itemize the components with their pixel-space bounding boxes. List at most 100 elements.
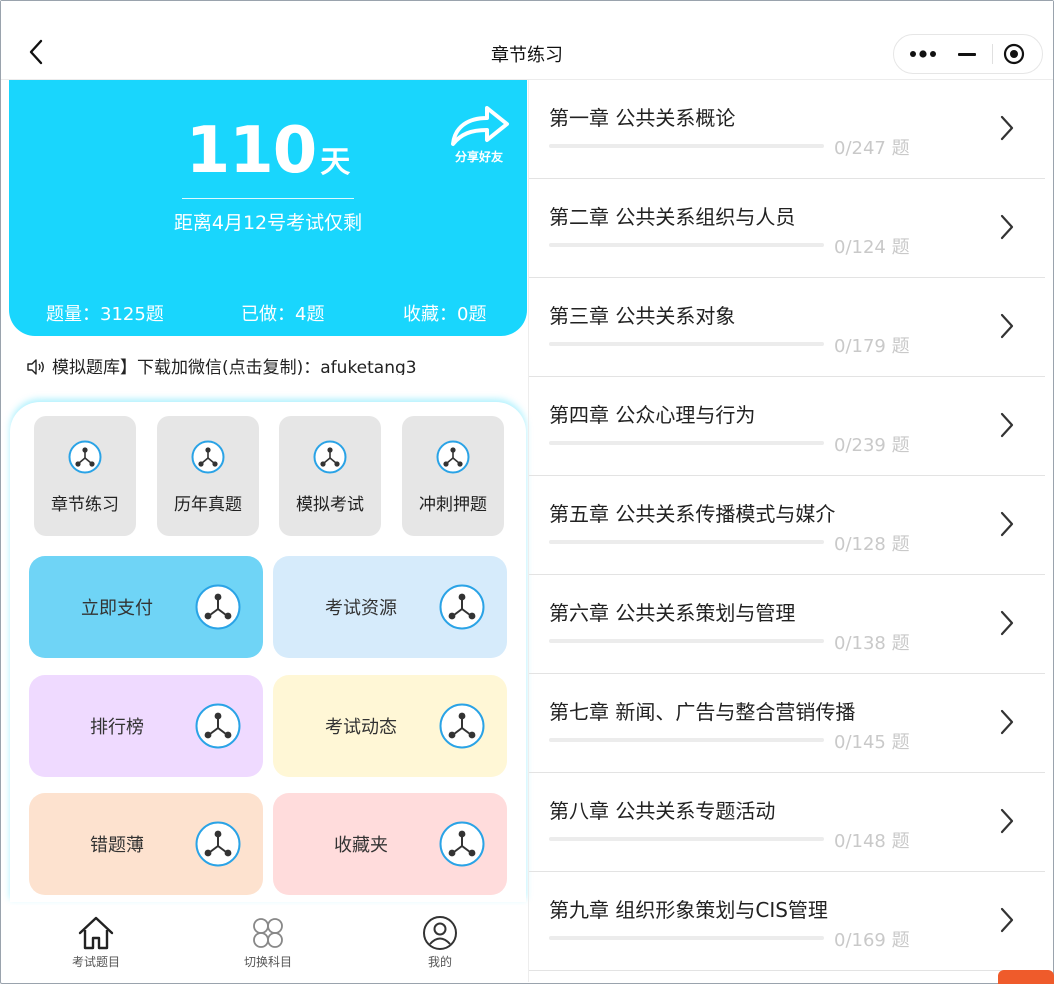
chapter-item[interactable]: 第八章 公共关系专题活动 0/148 题 — [529, 773, 1045, 872]
corner-badge — [998, 970, 1054, 984]
chapter-item[interactable]: 第三章 公共关系对象 0/179 题 — [529, 278, 1045, 377]
chapter-count: 0/138 题 — [834, 633, 910, 654]
close-target-icon[interactable] — [1003, 43, 1025, 65]
tile-mock-exam[interactable]: 模拟考试 — [279, 416, 381, 536]
network-icon — [439, 703, 485, 749]
tile-label: 模拟考试 — [296, 495, 364, 515]
chapter-count: 0/128 题 — [834, 534, 910, 555]
countdown-banner: 110 天 距离4月12号考试仅剩 分享好友 题量：3125题 已做：4题 收藏：… — [9, 80, 527, 336]
tile-sprint-questions[interactable]: 冲刺押题 — [402, 416, 504, 536]
grid-icon — [253, 918, 283, 948]
chapter-item[interactable]: 第二章 公共关系组织与人员 0/124 题 — [529, 179, 1045, 278]
network-icon — [439, 584, 485, 630]
chapter-count: 0/124 题 — [834, 237, 910, 258]
more-dots-icon[interactable] — [908, 47, 938, 61]
card-label: 错题薄 — [90, 835, 144, 856]
chevron-right-icon — [1000, 115, 1014, 141]
chapter-name: 第三章 公共关系对象 — [549, 304, 736, 328]
tab-label: 切换科目 — [243, 955, 292, 969]
chapter-count: 0/239 题 — [834, 435, 910, 456]
tile-label: 章节练习 — [51, 495, 119, 515]
progress-bar — [549, 639, 824, 643]
tile-past-exams[interactable]: 历年真题 — [157, 416, 259, 536]
minimize-icon[interactable] — [958, 53, 976, 56]
stat-done: 已做：4题 — [241, 304, 325, 325]
network-icon — [68, 440, 102, 474]
countdown-text: 距离4月12号考试仅剩 — [173, 212, 363, 234]
chevron-right-icon — [1000, 412, 1014, 438]
progress-bar — [549, 540, 824, 544]
share-arrow-icon — [451, 106, 509, 146]
chapter-count: 0/169 题 — [834, 930, 910, 951]
tile-chapter-practice[interactable]: 章节练习 — [34, 416, 136, 536]
network-icon — [436, 440, 470, 474]
card-favorites[interactable]: 收藏夹 — [273, 793, 507, 895]
progress-bar — [549, 243, 824, 247]
stats-row: 题量：3125题 已做：4题 收藏：0题 — [9, 300, 527, 325]
menu-panel: 章节练习 历年真题 模拟考试 冲刺押题 立即支付 考试资源 排行榜 考试动态 错… — [10, 402, 526, 902]
chapter-item[interactable]: 第四章 公众心理与行为 0/239 题 — [529, 377, 1045, 476]
days-number: 110 — [185, 114, 318, 188]
capsule-divider — [992, 44, 993, 64]
card-leaderboard[interactable]: 排行榜 — [29, 675, 263, 777]
chapter-count: 0/145 题 — [834, 732, 910, 753]
chevron-right-icon — [1000, 709, 1014, 735]
speaker-icon — [27, 359, 44, 375]
days-unit: 天 — [320, 145, 351, 180]
chapter-count: 0/247 题 — [834, 138, 910, 159]
bottom-tab-bar: 考试题目 切换科目 我的 — [10, 905, 526, 981]
chapter-item[interactable]: 第九章 组织形象策划与CIS管理 0/169 题 — [529, 872, 1045, 971]
title-bar: 章节练习 — [1, 1, 1053, 80]
card-wrong-questions[interactable]: 错题薄 — [29, 793, 263, 895]
tab-label: 考试题目 — [71, 955, 120, 969]
chapter-name: 第四章 公众心理与行为 — [549, 403, 756, 427]
chapter-name: 第七章 新闻、广告与整合营销传播 — [549, 700, 856, 724]
chevron-right-icon — [1000, 313, 1014, 339]
stat-favorites: 收藏：0题 — [403, 304, 487, 325]
share-label: 分享好友 — [454, 150, 503, 164]
chapter-item[interactable]: 第七章 新闻、广告与整合营销传播 0/145 题 — [529, 674, 1045, 773]
network-icon — [313, 440, 347, 474]
chapter-item[interactable]: 第五章 公共关系传播模式与媒介 0/128 题 — [529, 476, 1045, 575]
chapter-count: 0/148 题 — [834, 831, 910, 852]
chapter-item[interactable]: 第一章 公共关系概论 0/247 题 — [529, 80, 1045, 179]
network-icon — [191, 440, 225, 474]
user-icon — [423, 916, 457, 950]
card-exam-news[interactable]: 考试动态 — [273, 675, 507, 777]
mini-program-capsule — [893, 34, 1043, 74]
progress-bar — [549, 738, 824, 742]
tile-label: 冲刺押题 — [419, 495, 487, 515]
chapter-name: 第六章 公共关系策划与管理 — [549, 601, 796, 625]
progress-bar — [549, 144, 824, 148]
network-icon — [195, 584, 241, 630]
progress-bar — [549, 441, 824, 445]
chapter-name: 第五章 公共关系传播模式与媒介 — [549, 502, 836, 526]
chevron-right-icon — [1000, 610, 1014, 636]
chapter-name: 第一章 公共关系概论 — [549, 106, 736, 130]
card-exam-resources[interactable]: 考试资源 — [273, 556, 507, 658]
chapter-name: 第二章 公共关系组织与人员 — [549, 205, 796, 229]
chapter-list: 第一章 公共关系概论 0/247 题 第二章 公共关系组织与人员 0/124 题… — [528, 80, 1045, 982]
card-label: 收藏夹 — [334, 835, 388, 856]
stat-total: 题量：3125题 — [46, 304, 164, 325]
card-label: 考试资源 — [325, 598, 397, 619]
chevron-right-icon — [1000, 214, 1014, 240]
notice-text: 模拟题库】下载加微信(点击复制)：afuketang3 — [52, 358, 417, 375]
chapter-name: 第九章 组织形象策划与CIS管理 — [549, 898, 828, 922]
progress-bar — [549, 936, 824, 940]
card-label: 排行榜 — [90, 717, 144, 738]
chevron-right-icon — [1000, 808, 1014, 834]
tile-label: 历年真题 — [174, 495, 242, 515]
chevron-right-icon — [1000, 511, 1014, 537]
tab-label: 我的 — [427, 955, 452, 969]
progress-bar — [549, 342, 824, 346]
share-button[interactable]: 分享好友 — [447, 100, 511, 164]
progress-bar — [549, 837, 824, 841]
card-pay-now[interactable]: 立即支付 — [29, 556, 263, 658]
chapter-item[interactable]: 第六章 公共关系策划与管理 0/138 题 — [529, 575, 1045, 674]
notice-marquee[interactable]: 模拟题库】下载加微信(点击复制)：afuketang3 — [26, 353, 526, 375]
chevron-right-icon — [1000, 907, 1014, 933]
chapter-name: 第八章 公共关系专题活动 — [549, 799, 776, 823]
network-icon — [195, 821, 241, 867]
chapter-count: 0/179 题 — [834, 336, 910, 357]
